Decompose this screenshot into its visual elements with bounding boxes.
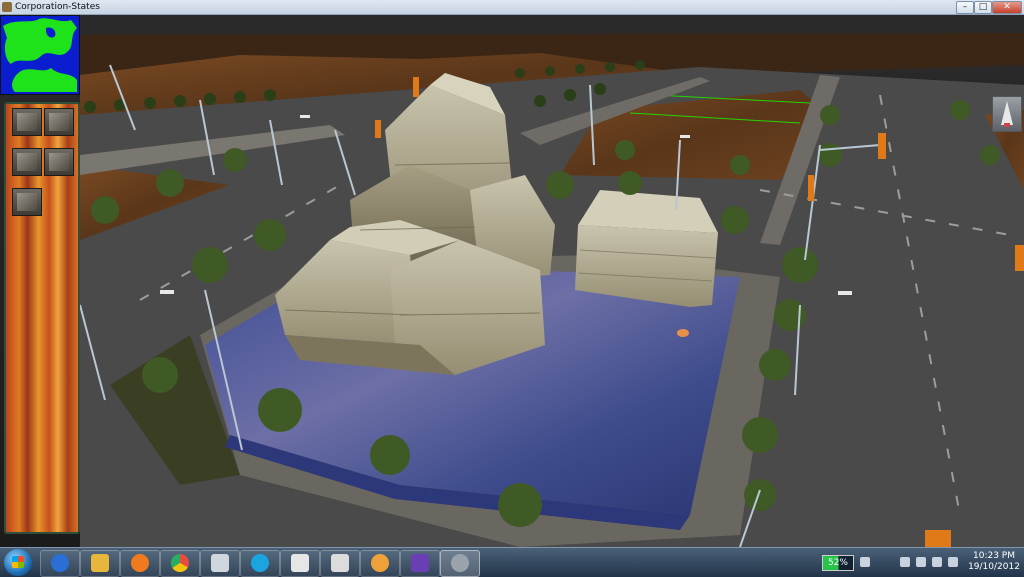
taskbar-skype[interactable] [240,550,280,577]
game-viewport[interactable] [0,15,1024,547]
taskbar-file-explorer[interactable] [80,550,120,577]
file-explorer-icon [91,554,109,572]
network-icon[interactable] [916,557,926,567]
maximize-button[interactable]: □ [974,1,992,14]
minimap-icon [1,16,79,94]
volume-icon[interactable] [932,557,942,567]
windows-logo-icon [12,556,24,568]
system-clock[interactable]: 10:23 PM 19/10/2012 [968,551,1020,573]
taskbar-visual-studio[interactable] [400,550,440,577]
taskbar-app[interactable] [200,550,240,577]
power-icon[interactable] [860,557,870,567]
taskbar-window-app[interactable] [320,550,360,577]
window-title-bar: Corporation-States – □ ✕ [0,0,1024,15]
factory-tool-icon [49,153,69,171]
bulldoze-tool-button[interactable] [12,188,42,216]
chrome-icon [171,554,189,572]
camera-button[interactable] [992,96,1022,132]
zone-tool-button[interactable] [12,148,42,176]
flag-icon[interactable] [900,557,910,567]
paint-icon [371,554,389,572]
minimize-button[interactable]: – [956,1,974,14]
road-tool-button[interactable] [12,108,42,136]
build-tool-panel [4,102,80,534]
taskbar-counter-strike[interactable] [280,550,320,577]
window-app-icon [331,554,349,572]
clock-date: 19/10/2012 [968,562,1020,572]
start-button[interactable] [4,549,32,576]
game-icon [451,554,469,572]
window-title: Corporation-States [15,2,100,12]
app-icon [2,2,12,12]
taskbar-chrome[interactable] [160,550,200,577]
minimap[interactable] [0,15,80,95]
skype-icon [251,554,269,572]
windows-taskbar: 52% 10:23 PM 19/10/2012 [0,547,1024,577]
bulldoze-tool-icon [17,193,37,211]
pool-light [677,329,689,337]
taskbar-internet-explorer[interactable] [40,550,80,577]
app-icon [211,554,229,572]
internet-explorer-icon [51,554,69,572]
building-tool-button[interactable] [44,108,74,136]
zone-tool-icon [17,153,37,171]
camera-icon [1001,101,1013,127]
taskbar-game[interactable] [440,550,480,577]
close-button[interactable]: ✕ [992,1,1022,14]
media-player-icon [131,554,149,572]
system-tray: 52% [820,550,966,575]
factory-tool-button[interactable] [44,148,74,176]
city-scene[interactable] [0,15,1024,547]
taskbar-paint[interactable] [360,550,400,577]
office-building[interactable] [575,190,718,307]
battery-indicator[interactable]: 52% [822,555,854,571]
visual-studio-icon [411,554,429,572]
signal-icon[interactable] [948,557,958,567]
taskbar-media-player[interactable] [120,550,160,577]
clock-time: 10:23 PM [973,551,1015,561]
road-tool-icon [17,113,37,131]
building-tool-icon [49,113,69,131]
counter-strike-icon [291,554,309,572]
